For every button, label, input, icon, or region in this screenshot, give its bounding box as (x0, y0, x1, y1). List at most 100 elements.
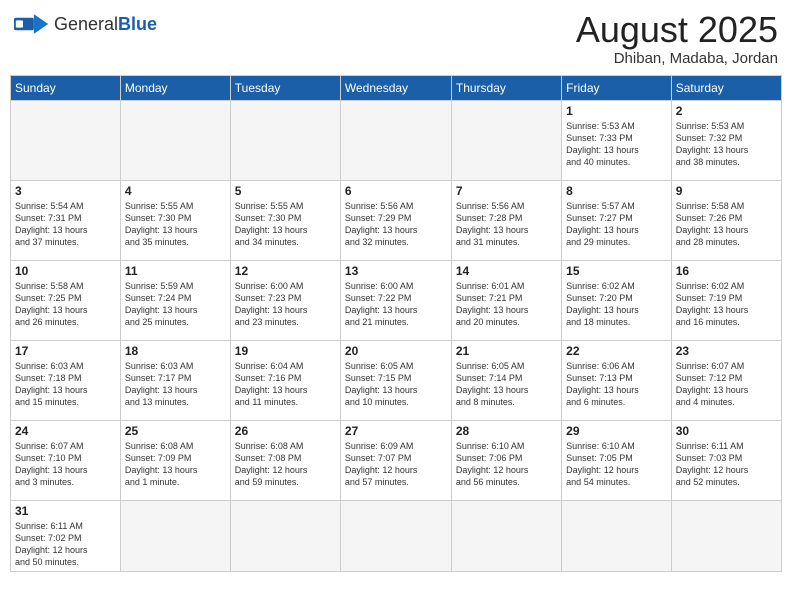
calendar-cell: 7 Sunrise: 5:56 AM Sunset: 7:28 PM Daylig… (451, 180, 561, 260)
day-info: Sunrise: 6:08 AM Sunset: 7:08 PM Dayligh… (235, 440, 336, 489)
calendar-subtitle: Dhiban, Madaba, Jordan (576, 50, 778, 67)
calendar-cell: 6Sunrise: 5:56 AM Sunset: 7:29 PM Daylig… (340, 180, 451, 260)
day-number: 25 (125, 424, 226, 438)
day-number: 23 (676, 344, 777, 358)
day-number: 27 (345, 424, 447, 438)
logo-text: GeneralBlue (54, 14, 157, 35)
calendar-week-row: 31Sunrise: 6:11 AM Sunset: 7:02 PM Dayli… (11, 500, 782, 572)
logo: GeneralBlue (14, 10, 157, 38)
day-number: 15 (566, 264, 667, 278)
day-info: Sunrise: 6:01 AM Sunset: 7:21 PM Dayligh… (456, 280, 557, 329)
day-number: 14 (456, 264, 557, 278)
calendar-cell: 18 Sunrise: 6:03 AM Sunset: 7:17 PM Dayli… (120, 340, 230, 420)
weekday-header-wednesday: Wednesday (340, 75, 451, 100)
calendar-cell (451, 500, 561, 572)
weekday-header-saturday: Saturday (671, 75, 781, 100)
calendar-cell (11, 100, 121, 180)
day-number: 21 (456, 344, 557, 358)
calendar-cell: 31Sunrise: 6:11 AM Sunset: 7:02 PM Dayli… (11, 500, 121, 572)
day-info: Sunrise: 6:05 AM Sunset: 7:14 PM Dayligh… (456, 360, 557, 409)
day-number: 1 (566, 104, 667, 118)
day-number: 30 (676, 424, 777, 438)
weekday-header-row: SundayMondayTuesdayWednesdayThursdayFrid… (11, 75, 782, 100)
day-info: Sunrise: 6:02 AM Sunset: 7:20 PM Dayligh… (566, 280, 667, 329)
day-info: Sunrise: 6:06 AM Sunset: 7:13 PM Dayligh… (566, 360, 667, 409)
day-number: 4 (125, 184, 226, 198)
calendar-cell: 9 Sunrise: 5:58 AM Sunset: 7:26 PM Daylig… (671, 180, 781, 260)
day-number: 22 (566, 344, 667, 358)
day-number: 8 (566, 184, 667, 198)
day-info: Sunrise: 5:55 AM Sunset: 7:30 PM Dayligh… (235, 200, 336, 249)
day-info: Sunrise: 6:08 AM Sunset: 7:09 PM Dayligh… (125, 440, 226, 489)
calendar-week-row: 10 Sunrise: 5:58 AM Sunset: 7:25 PM Dayli… (11, 260, 782, 340)
day-info: Sunrise: 6:07 AM Sunset: 7:12 PM Dayligh… (676, 360, 777, 409)
day-info: Sunrise: 6:09 AM Sunset: 7:07 PM Dayligh… (345, 440, 447, 489)
calendar-cell: 8 Sunrise: 5:57 AM Sunset: 7:27 PM Daylig… (562, 180, 672, 260)
day-number: 19 (235, 344, 336, 358)
day-info: Sunrise: 6:02 AM Sunset: 7:19 PM Dayligh… (676, 280, 777, 329)
calendar-cell: 14 Sunrise: 6:01 AM Sunset: 7:21 PM Dayli… (451, 260, 561, 340)
day-number: 2 (676, 104, 777, 118)
day-info: Sunrise: 5:53 AM Sunset: 7:32 PM Dayligh… (676, 120, 777, 169)
day-number: 18 (125, 344, 226, 358)
day-number: 20 (345, 344, 447, 358)
calendar-cell: 19Sunrise: 6:04 AM Sunset: 7:16 PM Dayli… (230, 340, 340, 420)
calendar-cell: 24Sunrise: 6:07 AM Sunset: 7:10 PM Dayli… (11, 420, 121, 500)
day-info: Sunrise: 5:58 AM Sunset: 7:25 PM Dayligh… (15, 280, 116, 329)
day-number: 13 (345, 264, 447, 278)
day-number: 16 (676, 264, 777, 278)
day-number: 3 (15, 184, 116, 198)
day-number: 5 (235, 184, 336, 198)
weekday-header-sunday: Sunday (11, 75, 121, 100)
calendar-cell: 30Sunrise: 6:11 AM Sunset: 7:03 PM Dayli… (671, 420, 781, 500)
day-info: Sunrise: 6:10 AM Sunset: 7:05 PM Dayligh… (566, 440, 667, 489)
header: GeneralBlue August 2025 Dhiban, Madaba, … (10, 10, 782, 67)
day-info: Sunrise: 5:58 AM Sunset: 7:26 PM Dayligh… (676, 200, 777, 249)
day-info: Sunrise: 5:59 AM Sunset: 7:24 PM Dayligh… (125, 280, 226, 329)
day-number: 10 (15, 264, 116, 278)
weekday-header-monday: Monday (120, 75, 230, 100)
day-number: 17 (15, 344, 116, 358)
day-info: Sunrise: 5:56 AM Sunset: 7:28 PM Dayligh… (456, 200, 557, 249)
calendar-cell (120, 500, 230, 572)
title-block: August 2025 Dhiban, Madaba, Jordan (576, 10, 778, 67)
day-info: Sunrise: 6:03 AM Sunset: 7:17 PM Dayligh… (125, 360, 226, 409)
calendar-cell (451, 100, 561, 180)
calendar-week-row: 1Sunrise: 5:53 AM Sunset: 7:33 PM Daylig… (11, 100, 782, 180)
day-number: 31 (15, 504, 116, 518)
day-info: Sunrise: 5:56 AM Sunset: 7:29 PM Dayligh… (345, 200, 447, 249)
weekday-header-tuesday: Tuesday (230, 75, 340, 100)
day-number: 12 (235, 264, 336, 278)
day-number: 7 (456, 184, 557, 198)
calendar-cell: 13 Sunrise: 6:00 AM Sunset: 7:22 PM Dayli… (340, 260, 451, 340)
day-info: Sunrise: 5:57 AM Sunset: 7:27 PM Dayligh… (566, 200, 667, 249)
day-info: Sunrise: 6:00 AM Sunset: 7:23 PM Dayligh… (235, 280, 336, 329)
calendar-cell (340, 100, 451, 180)
day-number: 24 (15, 424, 116, 438)
day-info: Sunrise: 5:54 AM Sunset: 7:31 PM Dayligh… (15, 200, 116, 249)
calendar-cell: 4 Sunrise: 5:55 AM Sunset: 7:30 PM Daylig… (120, 180, 230, 260)
calendar-title: August 2025 (576, 10, 778, 50)
day-number: 29 (566, 424, 667, 438)
calendar-cell: 29 Sunrise: 6:10 AM Sunset: 7:05 PM Dayli… (562, 420, 672, 500)
day-info: Sunrise: 5:55 AM Sunset: 7:30 PM Dayligh… (125, 200, 226, 249)
calendar-week-row: 17Sunrise: 6:03 AM Sunset: 7:18 PM Dayli… (11, 340, 782, 420)
calendar-cell: 15 Sunrise: 6:02 AM Sunset: 7:20 PM Dayli… (562, 260, 672, 340)
calendar-cell: 2 Sunrise: 5:53 AM Sunset: 7:32 PM Daylig… (671, 100, 781, 180)
calendar-cell (340, 500, 451, 572)
day-info: Sunrise: 6:00 AM Sunset: 7:22 PM Dayligh… (345, 280, 447, 329)
calendar-cell (120, 100, 230, 180)
calendar-cell: 26Sunrise: 6:08 AM Sunset: 7:08 PM Dayli… (230, 420, 340, 500)
calendar-week-row: 24Sunrise: 6:07 AM Sunset: 7:10 PM Dayli… (11, 420, 782, 500)
calendar-cell: 17Sunrise: 6:03 AM Sunset: 7:18 PM Dayli… (11, 340, 121, 420)
calendar-cell: 21 Sunrise: 6:05 AM Sunset: 7:14 PM Dayli… (451, 340, 561, 420)
calendar-cell (562, 500, 672, 572)
logo-icon (14, 10, 50, 38)
weekday-header-thursday: Thursday (451, 75, 561, 100)
weekday-header-friday: Friday (562, 75, 672, 100)
calendar-cell: 11Sunrise: 5:59 AM Sunset: 7:24 PM Dayli… (120, 260, 230, 340)
calendar-cell: 3 Sunrise: 5:54 AM Sunset: 7:31 PM Daylig… (11, 180, 121, 260)
calendar-cell: 12 Sunrise: 6:00 AM Sunset: 7:23 PM Dayli… (230, 260, 340, 340)
calendar-cell: 16 Sunrise: 6:02 AM Sunset: 7:19 PM Dayli… (671, 260, 781, 340)
day-number: 9 (676, 184, 777, 198)
